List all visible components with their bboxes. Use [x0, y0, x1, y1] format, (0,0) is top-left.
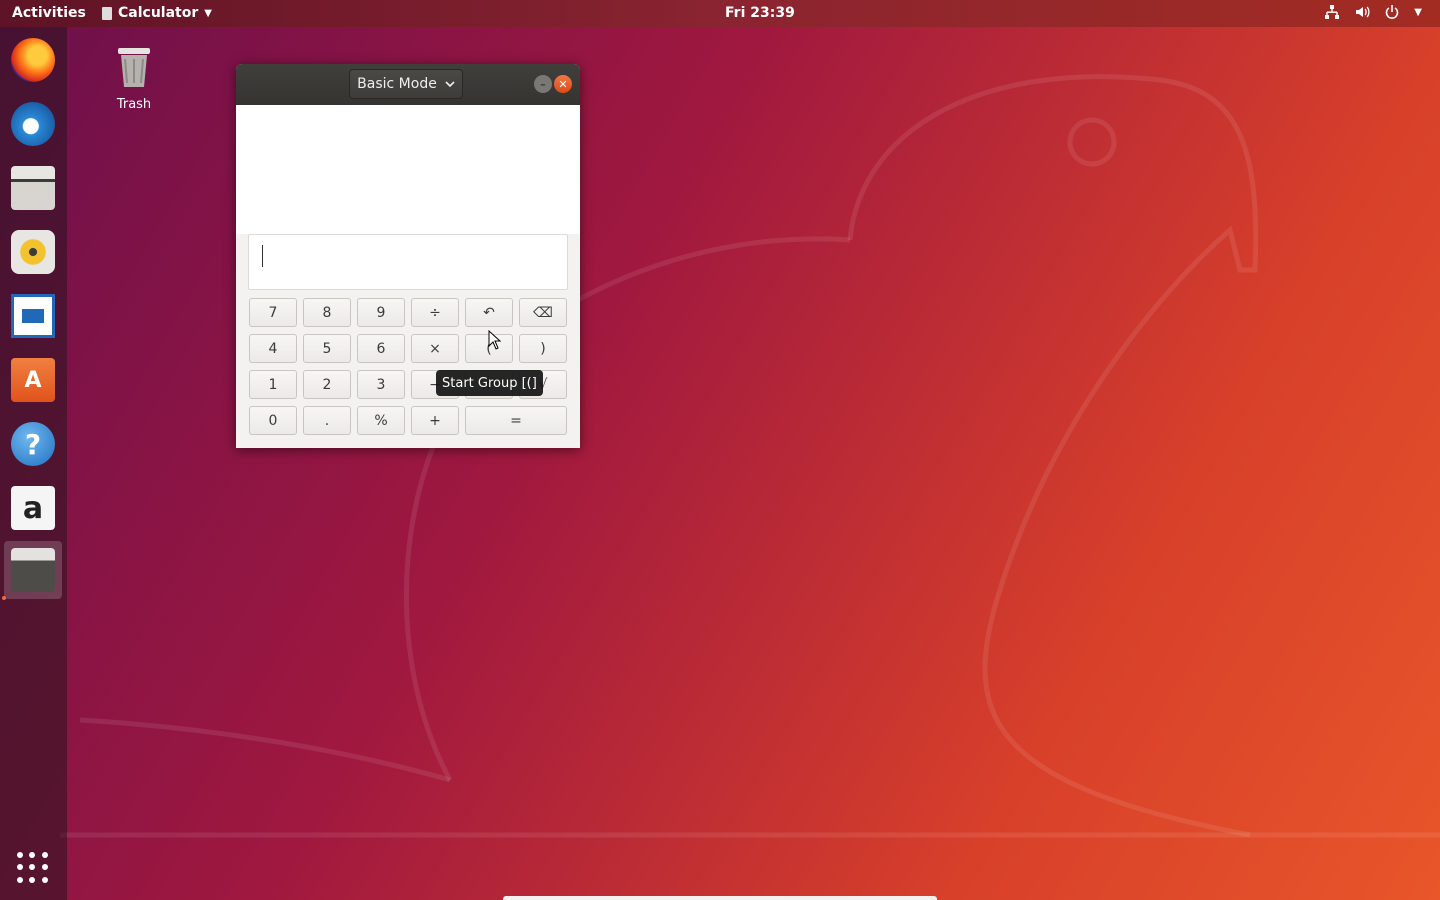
thunderbird-icon	[11, 102, 55, 146]
chevron-down-icon	[445, 80, 455, 87]
dock-item-software[interactable]: A	[4, 351, 62, 409]
key-8[interactable]: 8	[303, 298, 351, 327]
activities-button[interactable]: Activities	[12, 5, 86, 21]
calculator-icon	[11, 548, 55, 592]
mouse-pointer-icon	[488, 330, 502, 350]
title-bar[interactable]: Basic Mode – ✕	[236, 64, 580, 105]
undo-button[interactable]: ↶	[465, 298, 513, 327]
key-9[interactable]: 9	[357, 298, 405, 327]
files-icon	[11, 166, 55, 210]
key-1[interactable]: 1	[249, 370, 297, 399]
backspace-button[interactable]: ⌫	[519, 298, 567, 327]
desktop-trash[interactable]: Trash	[108, 45, 160, 112]
tooltip: Start Group [(]	[436, 370, 543, 396]
key-0[interactable]: 0	[249, 406, 297, 435]
help-icon: ?	[11, 422, 55, 466]
app-menu-label: Calculator	[118, 5, 199, 21]
dock-item-rhythmbox[interactable]	[4, 223, 62, 281]
key-equals[interactable]: =	[465, 406, 567, 435]
calculator-small-icon	[102, 6, 112, 20]
key-close-paren[interactable]: )	[519, 334, 567, 363]
key-3[interactable]: 3	[357, 370, 405, 399]
rhythmbox-icon	[11, 230, 55, 274]
wallpaper-art	[60, 74, 1440, 838]
firefox-icon	[11, 38, 55, 82]
close-button[interactable]: ✕	[554, 75, 572, 93]
show-applications-button[interactable]	[17, 852, 49, 884]
volume-icon	[1356, 6, 1370, 18]
mode-selector[interactable]: Basic Mode	[349, 69, 463, 99]
dock-item-help[interactable]: ?	[4, 415, 62, 473]
expression-input[interactable]	[248, 234, 568, 290]
history-view	[236, 105, 580, 234]
bottom-edge-panel	[503, 896, 937, 900]
power-icon	[1386, 5, 1399, 19]
running-indicator	[2, 596, 6, 600]
key-add[interactable]: +	[411, 406, 459, 435]
dock-item-calculator[interactable]	[4, 541, 62, 599]
minimize-button[interactable]: –	[534, 75, 552, 93]
key-decimal[interactable]: .	[303, 406, 351, 435]
text-cursor	[262, 245, 263, 267]
app-menu[interactable]: Calculator ▼	[102, 5, 212, 21]
chevron-down-icon: ▼	[1414, 6, 1422, 18]
amazon-icon: a	[11, 486, 55, 530]
dock-item-writer[interactable]	[4, 287, 62, 345]
trash-label: Trash	[116, 97, 152, 112]
key-multiply[interactable]: ×	[411, 334, 459, 363]
dock-item-firefox[interactable]	[4, 31, 62, 89]
software-icon: A	[11, 358, 55, 402]
key-percent[interactable]: %	[357, 406, 405, 435]
dock-item-thunderbird[interactable]	[4, 95, 62, 153]
network-icon	[1325, 5, 1340, 19]
key-divide[interactable]: ÷	[411, 298, 459, 327]
clock[interactable]: Fri 23:39	[725, 5, 795, 21]
key-6[interactable]: 6	[357, 334, 405, 363]
key-7[interactable]: 7	[249, 298, 297, 327]
writer-icon	[11, 294, 55, 338]
system-tray[interactable]: ▼	[1324, 4, 1422, 20]
dock-item-files[interactable]	[4, 159, 62, 217]
key-4[interactable]: 4	[249, 334, 297, 363]
trash-icon	[118, 48, 150, 87]
dock-item-amazon[interactable]: a	[4, 479, 62, 537]
chevron-down-icon: ▼	[204, 7, 212, 19]
top-bar: Activities Calculator ▼ Fri 23:39 ▼	[0, 0, 1440, 27]
dock: A ? a	[0, 27, 67, 900]
key-5[interactable]: 5	[303, 334, 351, 363]
mode-label: Basic Mode	[357, 76, 437, 92]
key-2[interactable]: 2	[303, 370, 351, 399]
